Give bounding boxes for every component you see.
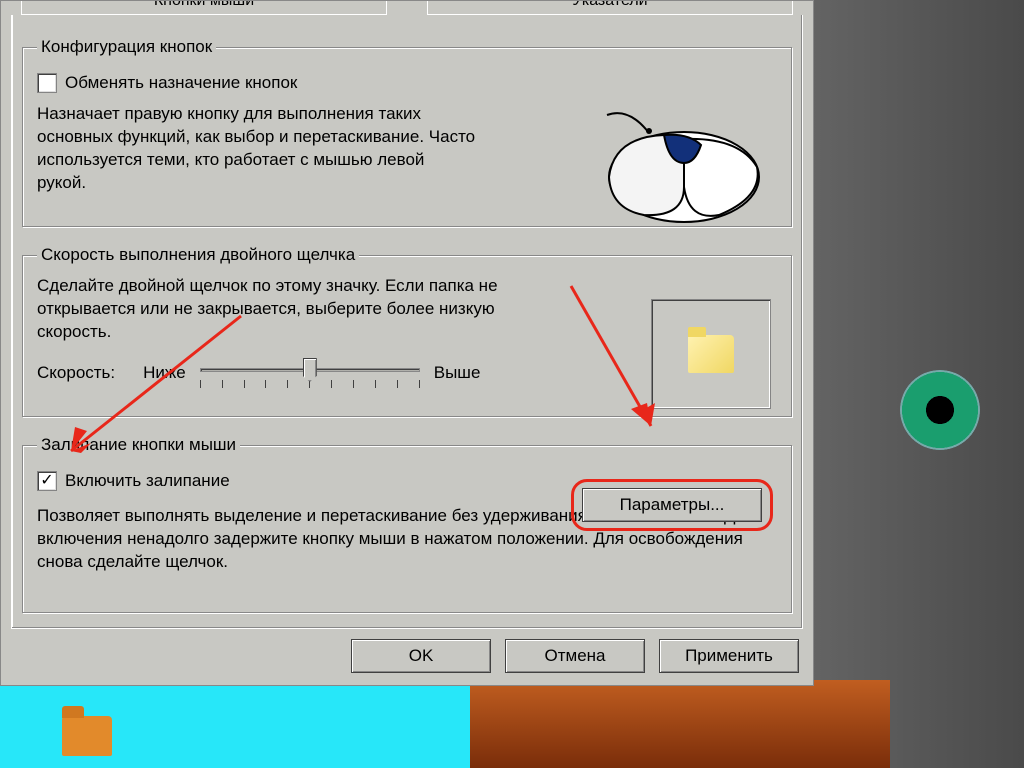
mouse-properties-dialog: Кнопки мыши Указатели Конфигурация кнопо… <box>0 0 814 686</box>
tab-panel: Конфигурация кнопок Обменять назначение … <box>11 15 803 629</box>
apply-button[interactable]: Применить <box>659 639 799 673</box>
speed-label: Скорость: <box>37 363 115 383</box>
folder-icon <box>688 335 734 373</box>
swap-buttons-checkbox[interactable] <box>37 73 57 93</box>
group-doubleclick-title: Скорость выполнения двойного щелчка <box>37 245 359 265</box>
group-button-config: Конфигурация кнопок Обменять назначение … <box>22 37 792 227</box>
annotation-highlight-params: Параметры... <box>571 479 773 531</box>
desktop-folder-icon[interactable] <box>62 716 112 756</box>
group-doubleclick-speed: Скорость выполнения двойного щелчка Сдел… <box>22 245 792 417</box>
mouse-icon <box>589 97 769 237</box>
group-button-config-title: Конфигурация кнопок <box>37 37 216 57</box>
group-clicklock: Залипание кнопки мыши ✓ Включить залипан… <box>22 435 792 613</box>
ok-button[interactable]: OK <box>351 639 491 673</box>
wallpaper-cat-eye <box>900 370 980 450</box>
group-clicklock-title: Залипание кнопки мыши <box>37 435 240 455</box>
swap-buttons-description: Назначает правую кнопку для выполнения т… <box>37 103 477 195</box>
clicklock-label: Включить залипание <box>65 471 230 491</box>
clicklock-settings-button[interactable]: Параметры... <box>582 488 762 522</box>
doubleclick-description: Сделайте двойной щелчок по этому значку.… <box>37 275 527 344</box>
speed-slow-label: Ниже <box>143 363 186 383</box>
speed-fast-label: Выше <box>434 363 481 383</box>
swap-buttons-label: Обменять назначение кнопок <box>65 73 297 93</box>
doubleclick-speed-slider[interactable] <box>200 358 420 388</box>
desktop-strip <box>470 680 890 768</box>
clicklock-checkbox[interactable]: ✓ <box>37 471 57 491</box>
tab-buttons[interactable]: Кнопки мыши <box>21 1 387 15</box>
tab-pointers[interactable]: Указатели <box>427 1 793 15</box>
doubleclick-test-area[interactable] <box>651 299 771 409</box>
cancel-button[interactable]: Отмена <box>505 639 645 673</box>
